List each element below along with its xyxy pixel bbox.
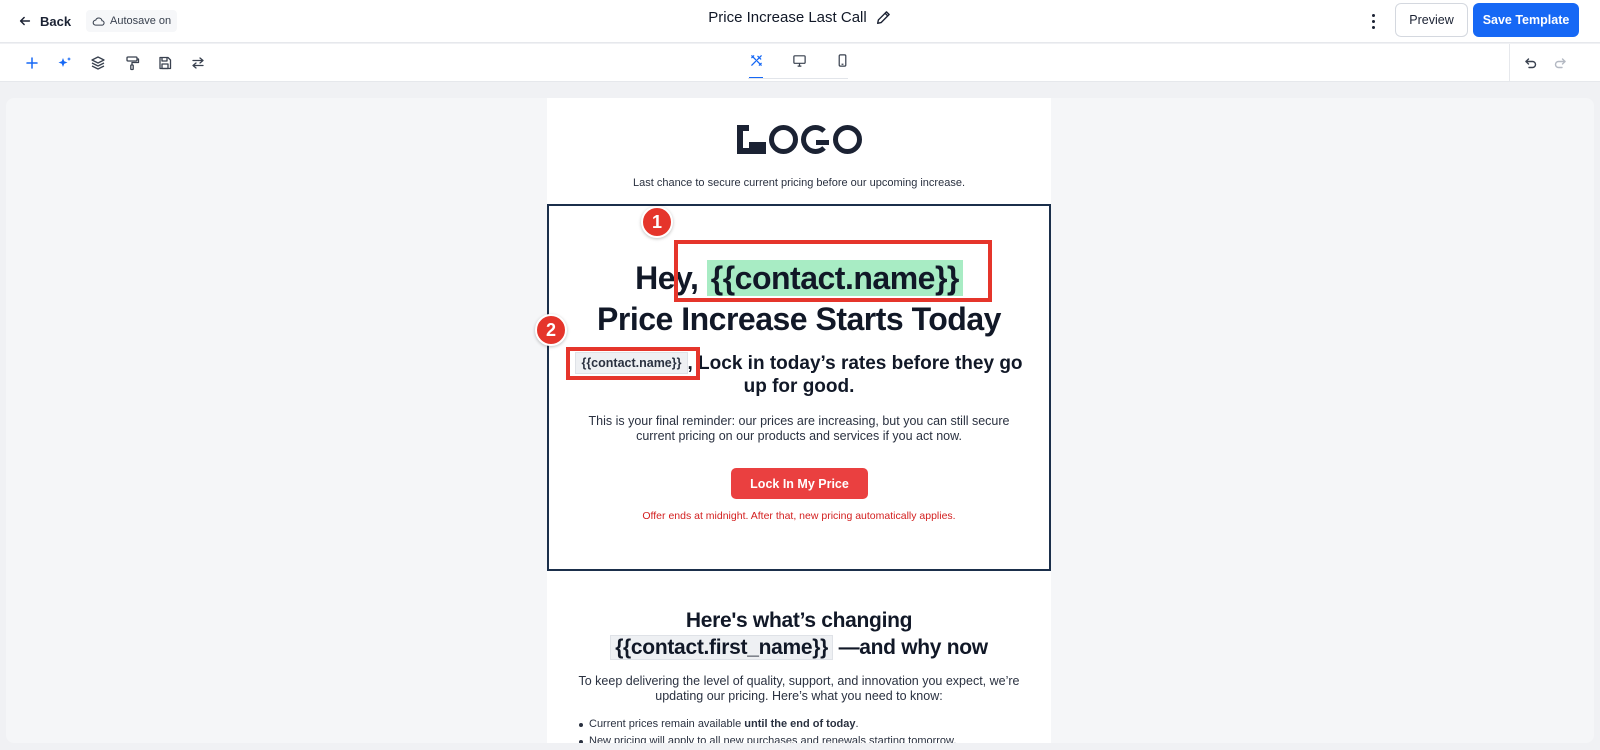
design-tools-icon[interactable]: [746, 53, 766, 79]
paint-roller-icon[interactable]: [124, 55, 140, 71]
headline-line2: Price Increase Starts Today: [597, 301, 1001, 337]
annotation-box-1: [674, 240, 992, 302]
section-heading-suffix: —and why now: [838, 636, 989, 659]
annotation-marker-2: 2: [535, 314, 567, 346]
edit-pencil-icon[interactable]: [875, 9, 892, 26]
annotation-box-2: [566, 347, 700, 380]
editor-toolbar: [0, 44, 1600, 82]
preheader-text: Last chance to secure current pricing be…: [632, 177, 965, 189]
layers-icon[interactable]: [90, 55, 106, 71]
desktop-icon[interactable]: [789, 53, 809, 75]
mobile-icon[interactable]: [832, 53, 852, 75]
annotation-marker-1: 1: [641, 206, 673, 238]
sparkle-icon[interactable]: [57, 55, 73, 71]
bullet-text: Current prices remain available: [589, 718, 745, 730]
save-icon[interactable]: [157, 55, 173, 71]
section-heading-line1: Here's what’s changing: [685, 609, 913, 632]
template-title-area: Price Increase Last Call: [0, 9, 1600, 26]
logo-letter: [832, 125, 862, 154]
save-template-button[interactable]: Save Template: [1473, 3, 1579, 37]
logo: [547, 125, 1051, 154]
hero-body: This is your final reminder: our prices …: [588, 414, 1010, 443]
add-block-icon[interactable]: [24, 55, 40, 71]
undo-icon[interactable]: [1523, 55, 1539, 71]
editor-canvas: Last chance to secure current pricing be…: [6, 98, 1594, 743]
redo-icon[interactable]: [1552, 55, 1568, 71]
bullet-bold-text: until the end of today: [744, 718, 856, 730]
preview-button[interactable]: Preview: [1395, 3, 1468, 37]
bullet-text: New pricing will apply to all new purcha…: [589, 735, 957, 743]
subheadline-text: , Lock in today’s rates before they go u…: [687, 353, 1023, 397]
list-item: Current prices remain available until th…: [577, 716, 1017, 733]
lock-in-price-button[interactable]: Lock In My Price: [731, 468, 868, 499]
bullet-text: .: [855, 718, 859, 730]
section-body: To keep delivering the level of quality,…: [578, 674, 1020, 703]
section-heading[interactable]: Here's what’s changing {{contact.first_n…: [567, 607, 1031, 661]
logo-letter: [768, 125, 798, 154]
list-item: New pricing will apply to all new purcha…: [577, 733, 1017, 743]
more-options-icon[interactable]: [1366, 10, 1380, 32]
offer-note: Offer ends at midnight. After that, new …: [642, 510, 956, 522]
first-name-token[interactable]: {{contact.first_name}}: [610, 635, 834, 660]
top-header: Back Autosave on Price Increase Last Cal…: [0, 0, 1600, 43]
changes-list: Current prices remain available until th…: [577, 716, 1017, 743]
logo-letter: [800, 125, 830, 154]
view-tabs-divider: [748, 78, 848, 79]
toolbar-divider: [1509, 44, 1510, 82]
email-preview: Last chance to secure current pricing be…: [547, 98, 1051, 743]
swap-icon[interactable]: [190, 55, 206, 71]
template-title: Price Increase Last Call: [708, 9, 867, 26]
logo-mark: [736, 125, 766, 154]
